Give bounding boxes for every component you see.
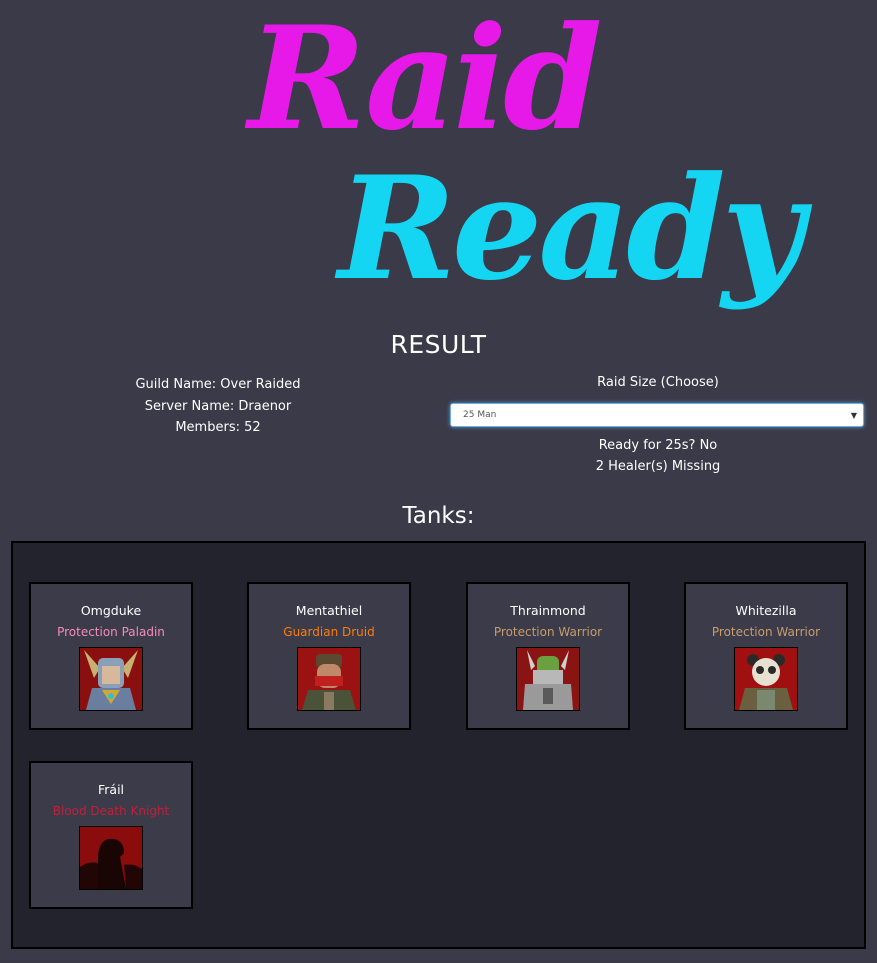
tank-card[interactable]: Thrainmond Protection Warrior <box>466 582 630 730</box>
guild-name: Guild Name: Over Raided <box>135 377 301 392</box>
server-name: Server Name: Draenor <box>144 398 292 414</box>
tank-spec: Protection Warrior <box>493 625 603 639</box>
death-knight-portrait-icon <box>79 826 143 890</box>
tank-spec: Blood Death Knight <box>52 804 170 818</box>
dropdown-arrow-icon: ▼ <box>850 410 857 420</box>
result-title: RESULT <box>390 330 487 359</box>
members-count: Members: 52 <box>175 420 261 435</box>
tank-card[interactable]: Mentathiel Guardian Druid <box>247 582 411 730</box>
tank-spec: Guardian Druid <box>283 625 375 639</box>
tank-spec: Protection Warrior <box>711 625 821 639</box>
raid-size-select[interactable]: 25 Man ▼ <box>450 403 864 427</box>
tank-name: Omgduke <box>80 603 142 618</box>
pandaren-warrior-portrait-icon <box>734 647 798 711</box>
tank-card[interactable]: Whitezilla Protection Warrior <box>684 582 848 730</box>
raid-size-selected: 25 Man <box>463 410 497 420</box>
raid-size-label: Raid Size (Choose) <box>597 375 719 390</box>
tank-name: Mentathiel <box>295 603 363 618</box>
guild-info: Guild Name: Over Raided Server Name: Dra… <box>108 374 328 439</box>
tanks-panel: Omgduke Protection Paladin Mentathiel Gu… <box>11 541 866 949</box>
tank-card[interactable]: Omgduke Protection Paladin <box>29 582 193 730</box>
tank-name: Thrainmond <box>510 603 586 618</box>
paladin-portrait-icon <box>79 647 143 711</box>
logo-ready: Ready <box>338 146 804 312</box>
missing-status: 2 Healer(s) Missing <box>595 459 721 474</box>
ready-status: Ready for 25s? No <box>598 438 718 453</box>
logo-raid: Raid <box>248 0 603 162</box>
tank-name: Fráil <box>97 782 125 797</box>
tank-name: Whitezilla <box>735 603 797 618</box>
tank-card[interactable]: Fráil Blood Death Knight <box>29 761 193 909</box>
druid-portrait-icon <box>297 647 361 711</box>
raid-info: Raid Size (Choose) 25 Man ▼ Ready for 25… <box>450 374 866 477</box>
warrior-portrait-icon <box>516 647 580 711</box>
tanks-title: Tanks: <box>402 503 475 529</box>
tank-spec: Protection Paladin <box>57 625 165 639</box>
